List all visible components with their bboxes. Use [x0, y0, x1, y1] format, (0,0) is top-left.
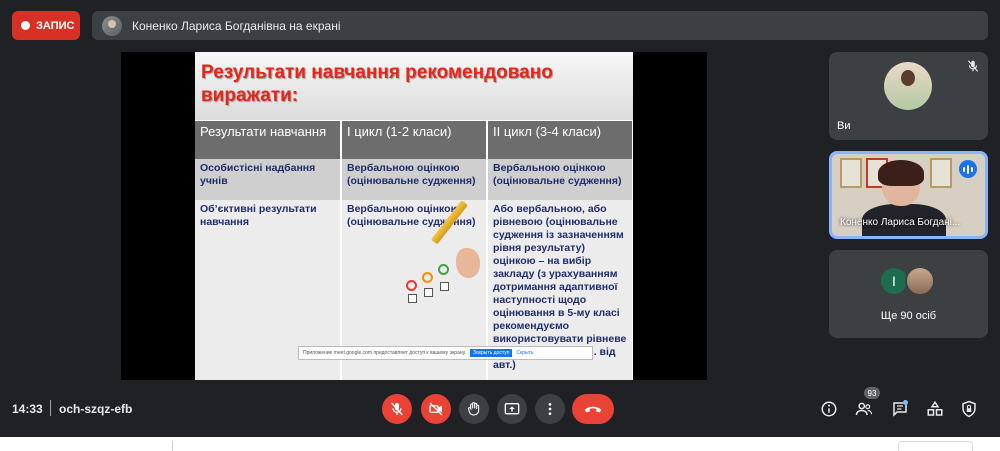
table-cell: Вербальною оцінкою (оцінювальне судження… [487, 159, 633, 200]
present-button[interactable] [497, 394, 527, 424]
phone-hangup-icon [584, 406, 602, 413]
speaker-hair [878, 160, 924, 186]
sad-face-icon [406, 280, 417, 291]
slide-header: Результати навчання рекомендовано виража… [195, 52, 633, 120]
host-controls-button[interactable] [960, 400, 978, 418]
wall-certificate [840, 158, 862, 188]
participant-name: Ви [837, 120, 851, 132]
neutral-face-icon [422, 272, 433, 283]
camera-off-icon [429, 402, 443, 416]
checkbox-icon [424, 288, 433, 297]
download-tab [898, 441, 973, 451]
more-vert-icon [548, 403, 552, 415]
divider [50, 400, 51, 416]
shared-slide: Результати навчання рекомендовано виража… [195, 52, 633, 380]
others-avatars: І [879, 266, 935, 296]
meeting-code: och-szqz-efb [59, 402, 133, 416]
presentation-stage: Результати навчання рекомендовано виража… [121, 52, 707, 380]
speaking-indicator-icon [959, 160, 977, 178]
hand-icon [468, 402, 480, 416]
table-header-cell: I цикл (1-2 класи) [341, 121, 488, 159]
participant-tile-you[interactable]: Ви [829, 52, 988, 140]
table-header-row: Результати навчання I цикл (1-2 класи) I… [195, 121, 633, 159]
banner-text: Коненко Лариса Богданівна на екрані [132, 18, 341, 33]
hide-notice-link[interactable]: Скрыть [516, 350, 533, 356]
share-notice-text: Приложение meet.google.com предоставляет… [303, 350, 467, 356]
table-header-cell: Результати навчання [195, 121, 342, 159]
checkbox-icon [408, 294, 417, 303]
stop-sharing-button[interactable]: Закрыть доступ [470, 349, 513, 357]
participant-count-badge: 93 [864, 387, 880, 399]
checkbox-icon [440, 282, 449, 291]
table-cell: Особистісні надбання учнів [195, 159, 342, 200]
record-dot-icon [21, 21, 30, 30]
mic-off-icon [391, 402, 403, 416]
meeting-details-button[interactable] [820, 400, 838, 418]
happy-face-icon [438, 264, 449, 275]
participant-name: Коненко Лариса Богдані... [840, 217, 961, 228]
recording-label: ЗАПИС [36, 19, 75, 32]
hand-illustration [456, 248, 480, 278]
presenter-avatar [102, 15, 122, 36]
present-screen-icon [504, 403, 520, 415]
leave-call-button[interactable] [572, 394, 614, 424]
recording-indicator[interactable]: ЗАПИС [12, 11, 80, 40]
unread-dot-icon [903, 400, 908, 405]
meeting-time: 14:33 [12, 402, 43, 416]
others-count-label: Ще 90 осіб [880, 310, 937, 322]
checklist-illustration [402, 200, 482, 316]
bottom-toolbar: 14:33 och-szqz-efb 93 [0, 387, 1000, 432]
people-button[interactable] [855, 400, 873, 418]
camera-toggle-button[interactable] [421, 394, 451, 424]
more-options-button[interactable] [535, 394, 565, 424]
browser-bottom-strip [0, 437, 1000, 451]
table-cell: Вербальною оцінкою (оцінювальне судження… [341, 159, 488, 200]
divider [172, 441, 173, 451]
info-icon [821, 401, 837, 417]
table-row: Особистісні надбання учнів Вербальною оц… [195, 159, 633, 200]
participant-tile-others[interactable]: І Ще 90 осіб [829, 250, 988, 338]
photo-avatar [905, 266, 935, 296]
table-header-cell: II цикл (3-4 класи) [487, 121, 633, 159]
mic-off-icon [967, 60, 979, 72]
participant-tile-speaker[interactable]: Коненко Лариса Богдані... [829, 151, 988, 239]
screen-share-notice: Приложение meet.google.com предоставляет… [298, 346, 593, 360]
presentation-banner: Коненко Лариса Богданівна на екрані [92, 11, 988, 40]
activities-icon [927, 400, 943, 416]
raise-hand-button[interactable] [459, 394, 489, 424]
people-icon [855, 402, 873, 416]
your-avatar [884, 62, 932, 110]
activities-button[interactable] [926, 400, 944, 418]
slide-title: Результати навчання рекомендовано виража… [201, 62, 553, 106]
shield-lock-icon [962, 400, 976, 418]
mic-toggle-button[interactable] [382, 394, 412, 424]
